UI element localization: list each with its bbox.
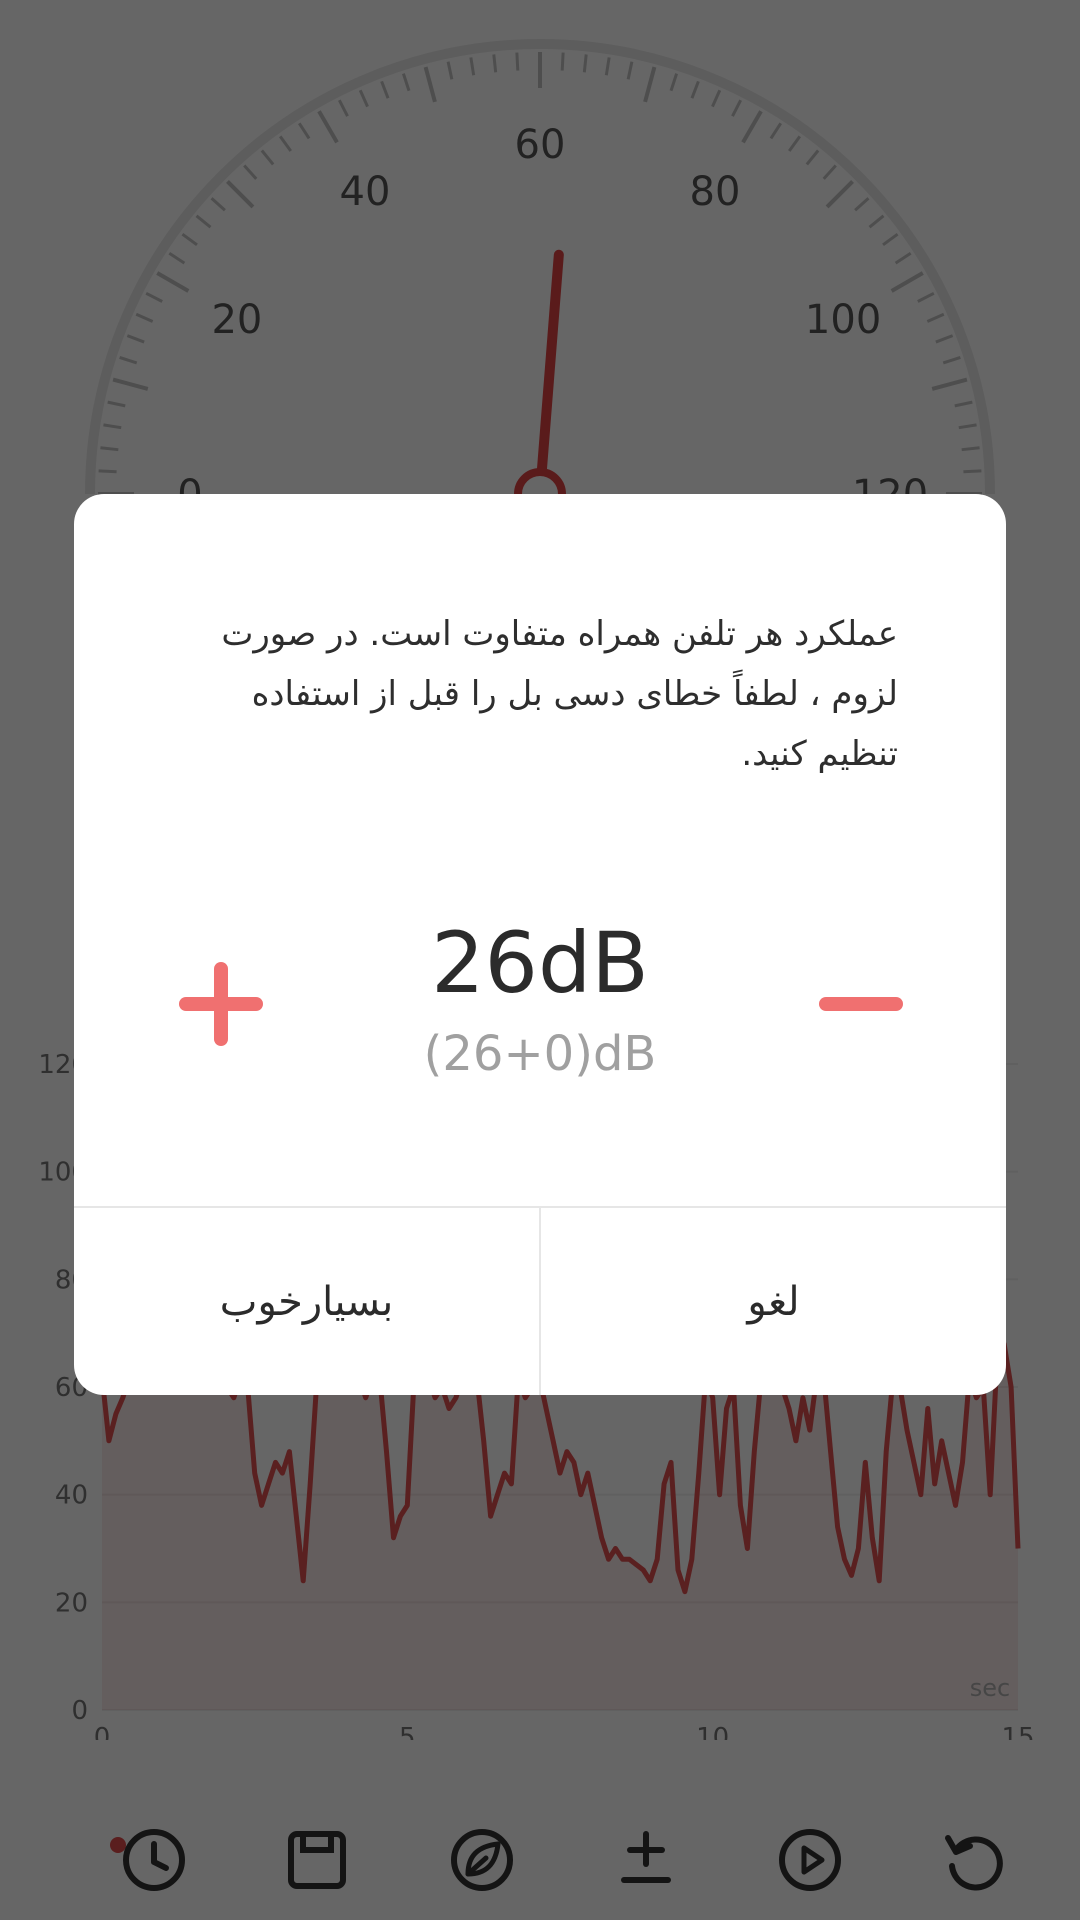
sound-meter-screen: 020406080100120 020406080100120 051015 s… <box>0 0 1080 1920</box>
cancel-button[interactable]: لغو <box>541 1208 1006 1395</box>
minus-icon <box>819 997 903 1011</box>
ok-button[interactable]: بسیارخوب <box>74 1208 539 1395</box>
calibration-dialog: عملکرد هر تلفن همراه متفاوت است. در صورت… <box>74 494 1006 1395</box>
decrease-button[interactable] <box>816 959 906 1049</box>
dialog-message: عملکرد هر تلفن همراه متفاوت است. در صورت… <box>221 614 898 774</box>
